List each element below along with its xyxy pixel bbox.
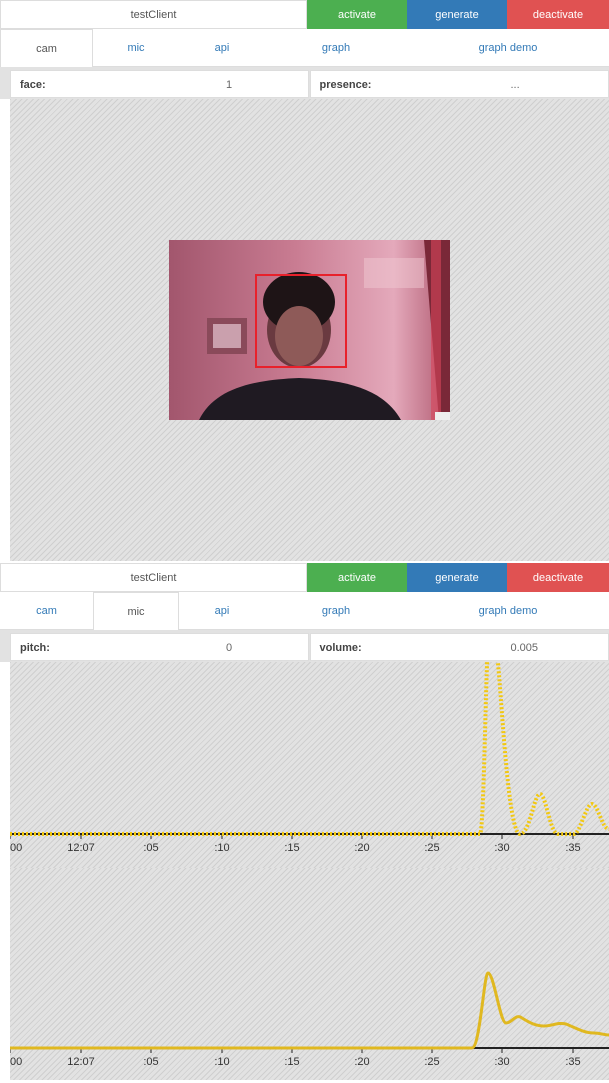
volume-value: 0.005: [511, 642, 539, 654]
x-tick-label: :10: [214, 842, 229, 854]
volume-series-line: [10, 973, 609, 1048]
tab-bar: cam mic api graph graph demo: [0, 29, 609, 67]
x-tick-label: 12:07: [67, 1056, 95, 1068]
deactivate-button[interactable]: deactivate: [507, 563, 609, 592]
face-label: face:: [20, 79, 46, 91]
volume-chart: 00 12:07 :05 :10 :15 :20 :25 :30 :35: [10, 868, 609, 1080]
x-tick-label: :30: [494, 842, 509, 854]
pitch-label: pitch:: [20, 642, 50, 654]
volume-label: volume:: [320, 642, 362, 654]
x-tick-label: :05: [143, 1056, 158, 1068]
presence-value: ...: [511, 79, 520, 91]
volume-cell: volume: 0.005: [310, 633, 609, 661]
pitch-series-line: [10, 662, 609, 834]
mic-panel: testClient activate generate deactivate …: [0, 563, 609, 1080]
activate-button[interactable]: activate: [307, 563, 407, 592]
x-tick-label: :25: [424, 842, 439, 854]
webcam-feed: [169, 240, 450, 420]
client-name: testClient: [0, 563, 307, 592]
tab-graph[interactable]: graph: [265, 592, 407, 630]
client-toolbar: testClient activate generate deactivate: [0, 0, 609, 29]
x-tick-label: :30: [494, 1056, 509, 1068]
generate-button[interactable]: generate: [407, 0, 507, 29]
webcam-image: [169, 240, 450, 420]
x-tick-label: 00: [10, 842, 22, 854]
x-tick-label: :35: [565, 842, 580, 854]
x-tick-label: :20: [354, 1056, 369, 1068]
x-tick-label: :05: [143, 842, 158, 854]
tab-cam[interactable]: cam: [0, 592, 93, 630]
cam-panel: testClient activate generate deactivate …: [0, 0, 609, 561]
tab-api[interactable]: api: [179, 29, 265, 67]
pitch-cell: pitch: 0: [10, 633, 309, 661]
tab-graph-demo[interactable]: graph demo: [407, 29, 609, 67]
face-cell: face: 1: [10, 70, 309, 98]
presence-label: presence:: [320, 79, 372, 91]
x-tick-label: :15: [284, 1056, 299, 1068]
face-value: 1: [226, 79, 232, 91]
info-row: face: 1 presence: ...: [0, 67, 609, 99]
client-name: testClient: [0, 0, 307, 29]
tab-bar: cam mic api graph graph demo: [0, 592, 609, 630]
x-tick-label: 12:07: [67, 842, 95, 854]
pitch-graph: 00 12:07 :05 :10 :15 :20 :25 :30 :35: [10, 662, 609, 868]
deactivate-button[interactable]: deactivate: [507, 0, 609, 29]
x-tick-label: :20: [354, 842, 369, 854]
presence-cell: presence: ...: [310, 70, 609, 98]
activate-button[interactable]: activate: [307, 0, 407, 29]
pitch-chart: 00 12:07 :05 :10 :15 :20 :25 :30 :35: [10, 662, 609, 868]
tab-mic[interactable]: mic: [93, 592, 179, 630]
volume-graph: 00 12:07 :05 :10 :15 :20 :25 :30 :35: [10, 868, 609, 1080]
x-tick-label: :10: [214, 1056, 229, 1068]
generate-button[interactable]: generate: [407, 563, 507, 592]
tab-graph-demo[interactable]: graph demo: [407, 592, 609, 630]
pitch-value: 0: [226, 642, 232, 654]
x-tick-label: :25: [424, 1056, 439, 1068]
x-tick-label: :15: [284, 842, 299, 854]
tab-api[interactable]: api: [179, 592, 265, 630]
tab-graph[interactable]: graph: [265, 29, 407, 67]
client-toolbar: testClient activate generate deactivate: [0, 563, 609, 592]
info-row: pitch: 0 volume: 0.005: [0, 630, 609, 662]
x-tick-label: :35: [565, 1056, 580, 1068]
x-tick-label: 00: [10, 1056, 22, 1068]
tab-cam[interactable]: cam: [0, 29, 93, 67]
tab-mic[interactable]: mic: [93, 29, 179, 67]
